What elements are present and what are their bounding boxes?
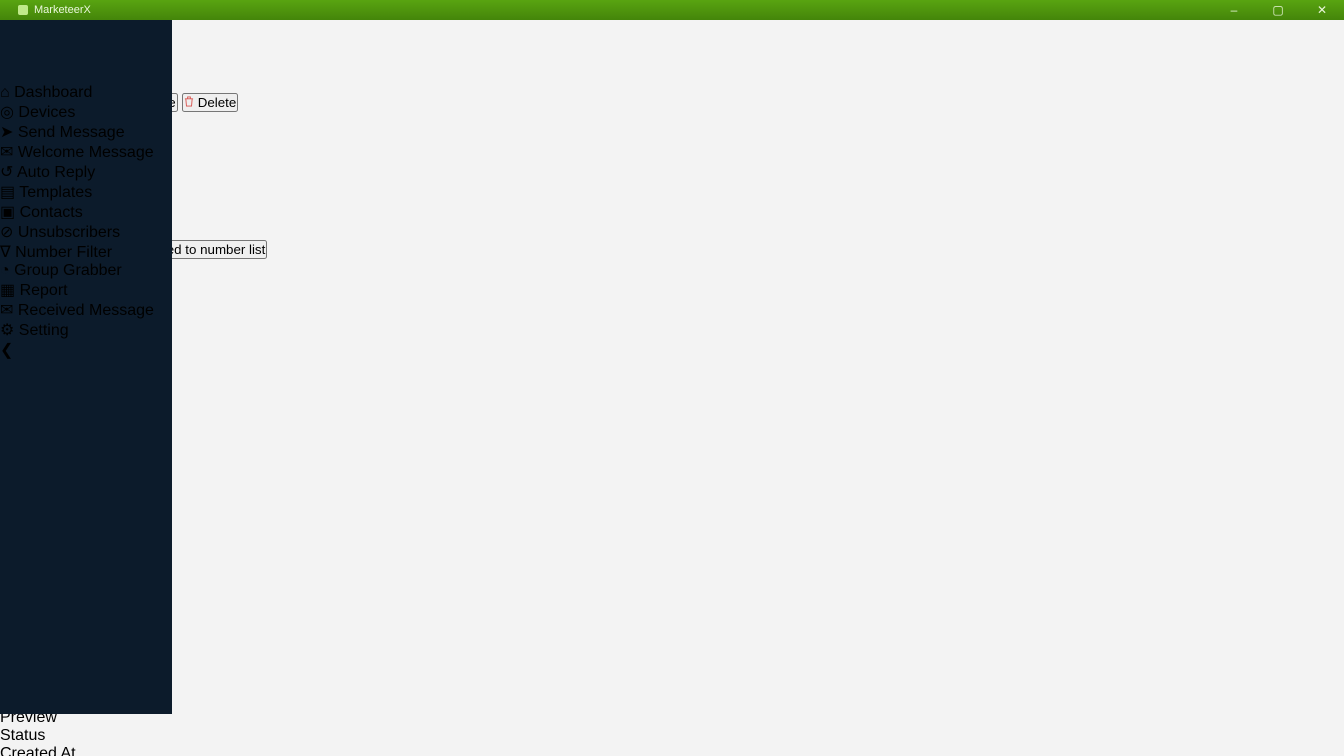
- stat-card: Non Whatsapp Number 0: [0, 574, 1344, 619]
- sidebar-item-setting[interactable]: ⚙ Setting: [0, 320, 172, 340]
- column-header-number: Number: [0, 619, 1344, 637]
- stat-label: Message Failed: [0, 484, 1344, 502]
- sidebar-item-label: Dashboard: [14, 84, 93, 101]
- stat-label: Total Messages: [0, 259, 1344, 277]
- sidebar-item-unsubscribers[interactable]: ⊘ Unsubscribers: [0, 222, 172, 242]
- sidebar-item-label: Devices: [18, 104, 76, 121]
- maximize-button[interactable]: ▢: [1256, 3, 1300, 17]
- sidebar-item-label: Welcome Message: [17, 144, 154, 161]
- grabber-icon: ◔: [0, 262, 10, 279]
- modal-title: Campaign Report: [0, 202, 1344, 220]
- stat-label: Invalid Number: [0, 529, 1344, 547]
- sidebar-item-label: Setting: [18, 322, 69, 339]
- sidebar-item-templates[interactable]: ▤ Templates: [0, 182, 172, 202]
- send-icon: ➤: [0, 124, 14, 141]
- welcome-icon: ✉: [0, 144, 14, 161]
- sidebar-item-auto-reply[interactable]: ↺ Auto Reply: [0, 162, 172, 182]
- table-header: NumberInstanceInstance NumberMessage Typ…: [0, 619, 1344, 756]
- sidebar-collapse-button[interactable]: ❮: [0, 340, 172, 360]
- sidebar-item-label: Contacts: [19, 204, 83, 221]
- devices-icon: ◎: [0, 104, 14, 121]
- view-report-link[interactable]: View Report: [0, 166, 1344, 184]
- column-header-instance-number: Instance Number: [0, 655, 1344, 673]
- templates-icon: ▤: [0, 184, 16, 201]
- sidebar-item-label: Send Message: [17, 124, 125, 141]
- unsubscribers-icon: ⊘: [0, 224, 14, 241]
- column-header-message-type: Message Type: [0, 673, 1344, 691]
- setting-icon: ⚙: [0, 322, 15, 339]
- stat-label: Message Paused: [0, 394, 1344, 412]
- delete-button[interactable]: Delete: [182, 93, 239, 112]
- column-header-preview: Preview: [0, 709, 57, 726]
- stat-card: Total Messages 24,302: [0, 259, 1344, 304]
- sidebar-item-contacts[interactable]: ▣ Contacts: [0, 202, 172, 222]
- filter-icon: ∇: [0, 244, 11, 261]
- stat-card: Message Sent 23,936: [0, 304, 1344, 349]
- view-report-link[interactable]: View Report: [0, 130, 1344, 148]
- sidebar-item-label: Number Filter: [15, 244, 113, 261]
- sidebar-item-send-message[interactable]: ➤ Send Message: [0, 122, 172, 142]
- auto-reply-icon: ↺: [0, 164, 14, 181]
- stat-label: Message Pending: [0, 349, 1344, 367]
- stat-card: Message Paused 366: [0, 394, 1344, 439]
- stat-card: Message Cancelled 0: [0, 439, 1344, 484]
- stat-label: Message Cancelled: [0, 439, 1344, 457]
- brand-logo: [0, 20, 64, 84]
- campaign-report-modal: Campaign Report ✕ Add to number list Add…: [0, 202, 1344, 756]
- app-icon: [18, 5, 28, 15]
- sidebar-item-group-grabber[interactable]: ◔ Group Grabber: [0, 262, 172, 280]
- stat-card: Message Failed 0: [0, 484, 1344, 529]
- background-content: Clear All ✕ Action Delete Delete Delete …: [0, 36, 1344, 202]
- sidebar: ⌂ Dashboard ◎ Devices ➤ Send Message ✉ W…: [0, 20, 172, 714]
- sidebar-item-label: Report: [19, 282, 68, 299]
- received-icon: ✉: [0, 302, 14, 319]
- sidebar-item-number-filter[interactable]: ∇ Number Filter: [0, 242, 172, 262]
- view-report-link[interactable]: View Report: [0, 148, 1344, 166]
- sidebar-item-report[interactable]: ▦ Report: [0, 280, 172, 300]
- sidebar-item-label: Auto Reply: [16, 164, 96, 181]
- home-icon: ⌂: [0, 84, 10, 101]
- column-header-instance: Instance: [0, 637, 1344, 655]
- window-titlebar: MarketeerX – ▢ ✕: [0, 0, 1344, 20]
- stat-label: Message Sent: [0, 304, 1344, 322]
- notification-bar: ✕: [0, 55, 1344, 75]
- view-report-link[interactable]: View Report: [0, 184, 1344, 202]
- sidebar-item-label: Unsubscribers: [17, 224, 121, 241]
- stat-label: Non Whatsapp Number: [0, 574, 1344, 592]
- sidebar-item-label: Group Grabber: [14, 262, 122, 279]
- stat-card: Message Pending 0: [0, 349, 1344, 394]
- view-report-link[interactable]: View Report: [0, 112, 1344, 130]
- sidebar-item-received-message[interactable]: ✉ Received Message: [0, 300, 172, 320]
- sidebar-item-label: Templates: [19, 184, 93, 201]
- report-icon: ▦: [0, 282, 16, 299]
- close-button[interactable]: ✕: [1300, 3, 1344, 17]
- contacts-icon: ▣: [0, 204, 16, 221]
- column-header-created-at: Created At: [0, 745, 76, 756]
- action-column-header: Action: [0, 75, 1344, 93]
- modal-close-icon[interactable]: ✕: [0, 220, 1344, 240]
- column-header-message: Message: [0, 691, 1344, 709]
- stat-card: Invalid Number 0: [0, 529, 1344, 574]
- sidebar-item-label: Received Message: [17, 302, 154, 319]
- minimize-button[interactable]: –: [1212, 3, 1256, 17]
- column-header-status: Status: [0, 727, 46, 744]
- sidebar-item-dashboard[interactable]: ⌂ Dashboard: [0, 84, 172, 102]
- sidebar-item-welcome-message[interactable]: ✉ Welcome Message: [0, 142, 172, 162]
- sidebar-item-devices[interactable]: ◎ Devices: [0, 102, 172, 122]
- window-title: MarketeerX: [34, 4, 91, 16]
